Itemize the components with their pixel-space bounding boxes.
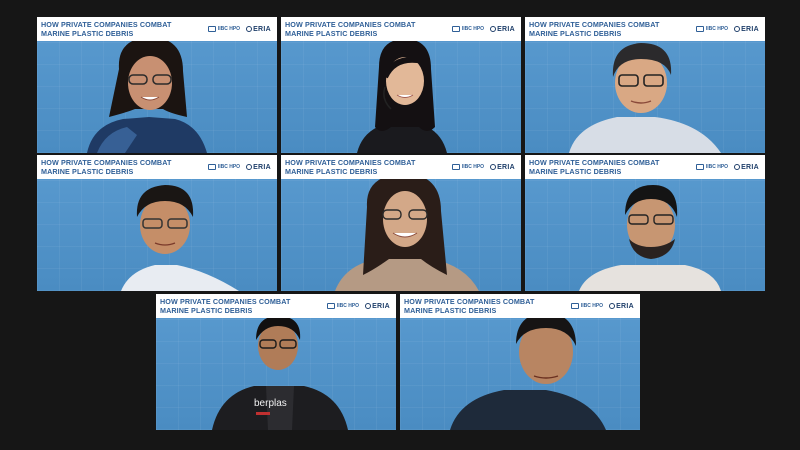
session-banner: HOW PRIVATE COMPANIES COMBAT MARINE PLAS…	[525, 17, 765, 41]
iibc-logo-icon: IIBC HPO	[326, 303, 359, 309]
iibc-logo-icon: IIBC HPO	[695, 164, 728, 170]
eria-logo-icon: ERIA	[734, 25, 759, 33]
shirt-print-text: berplas	[254, 398, 287, 409]
iibc-logo-icon: IIBC HPO	[451, 26, 484, 32]
eria-logo-icon: ERIA	[490, 25, 515, 33]
session-banner: HOW PRIVATE COMPANIES COMBAT MARINE PLAS…	[400, 294, 640, 318]
eria-logo-icon: ERIA	[490, 163, 515, 171]
banner-title: HOW PRIVATE COMPANIES COMBAT MARINE PLAS…	[285, 158, 416, 176]
session-banner: HOW PRIVATE COMPANIES COMBAT MARINE PLAS…	[37, 155, 277, 179]
session-banner: HOW PRIVATE COMPANIES COMBAT MARINE PLAS…	[281, 155, 521, 179]
banner-title: HOW PRIVATE COMPANIES COMBAT MARINE PLAS…	[285, 20, 416, 38]
participant-tile[interactable]: HOW PRIVATE COMPANIES COMBAT MARINE PLAS…	[37, 155, 277, 291]
session-banner: HOW PRIVATE COMPANIES COMBAT MARINE PLAS…	[525, 155, 765, 179]
video-grid: HOW PRIVATE COMPANIES COMBAT MARINE PLAS…	[0, 0, 800, 450]
eria-logo-icon: ERIA	[609, 302, 634, 310]
participant-tile[interactable]: HOW PRIVATE COMPANIES COMBAT MARINE PLAS…	[400, 294, 640, 430]
eria-logo-icon: ERIA	[734, 163, 759, 171]
session-banner: HOW PRIVATE COMPANIES COMBAT MARINE PLAS…	[37, 17, 277, 41]
session-banner: HOW PRIVATE COMPANIES COMBAT MARINE PLAS…	[281, 17, 521, 41]
eria-logo-icon: ERIA	[246, 163, 271, 171]
participant-tile[interactable]: HOW PRIVATE COMPANIES COMBAT MARINE PLAS…	[281, 17, 521, 153]
participant-tile-active-speaker[interactable]: HOW PRIVATE COMPANIES COMBAT MARINE PLAS…	[281, 155, 521, 291]
participant-tile[interactable]: HOW PRIVATE COMPANIES COMBAT MARINE PLAS…	[525, 155, 765, 291]
banner-title: HOW PRIVATE COMPANIES COMBAT MARINE PLAS…	[41, 20, 172, 38]
banner-title: HOW PRIVATE COMPANIES COMBAT MARINE PLAS…	[404, 297, 535, 315]
iibc-logo-icon: IIBC HPO	[451, 164, 484, 170]
banner-title: HOW PRIVATE COMPANIES COMBAT MARINE PLAS…	[529, 20, 660, 38]
iibc-logo-icon: IIBC HPO	[570, 303, 603, 309]
participant-tile[interactable]: HOW PRIVATE COMPANIES COMBAT MARINE PLAS…	[37, 17, 277, 153]
banner-title: HOW PRIVATE COMPANIES COMBAT MARINE PLAS…	[41, 158, 172, 176]
iibc-logo-icon: IIBC HPO	[207, 26, 240, 32]
iibc-logo-icon: IIBC HPO	[207, 164, 240, 170]
iibc-logo-icon: IIBC HPO	[695, 26, 728, 32]
eria-logo-icon: ERIA	[365, 302, 390, 310]
participant-tile[interactable]: berplas HOW PRIVATE COMPANIES COMBAT MAR…	[156, 294, 396, 430]
participant-tile[interactable]: HOW PRIVATE COMPANIES COMBAT MARINE PLAS…	[525, 17, 765, 153]
eria-logo-icon: ERIA	[246, 25, 271, 33]
banner-title: HOW PRIVATE COMPANIES COMBAT MARINE PLAS…	[529, 158, 660, 176]
session-banner: HOW PRIVATE COMPANIES COMBAT MARINE PLAS…	[156, 294, 396, 318]
banner-title: HOW PRIVATE COMPANIES COMBAT MARINE PLAS…	[160, 297, 291, 315]
